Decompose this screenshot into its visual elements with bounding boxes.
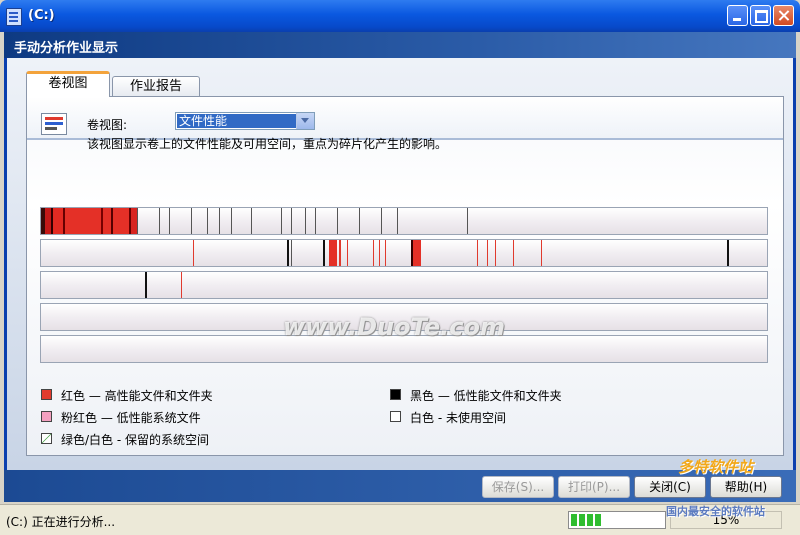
status-bar: (C:) 正在进行分析... 15% 国内最安全的软件站 (0, 504, 800, 535)
save-button[interactable]: 保存(S)... (482, 476, 554, 498)
dialog-body: 卷视图 作业报告 卷视图: 文件性能 该视图显示卷上的文件性能及可用空间，重点为… (4, 58, 796, 470)
cluster-segment (727, 240, 729, 266)
window-icon (6, 8, 22, 26)
cluster-segment (145, 272, 147, 298)
watermark-main: www.DuoTe.com (283, 313, 505, 341)
dropdown-selected-value: 文件性能 (177, 114, 297, 128)
close-window-button[interactable] (773, 5, 794, 26)
cluster-segment (339, 240, 341, 266)
cluster-segment (323, 240, 325, 266)
cluster-segment (541, 240, 542, 266)
cluster-segment (305, 208, 306, 234)
red-swatch (41, 389, 52, 400)
volume-view-panel: 卷视图: 文件性能 该视图显示卷上的文件性能及可用空间，重点为碎片化产生的影响。… (26, 96, 784, 456)
cluster-segment (193, 240, 194, 266)
cluster-segment (495, 240, 496, 266)
cluster-segment (53, 208, 63, 234)
tab-job-report[interactable]: 作业报告 (112, 76, 200, 98)
volume-view-dropdown[interactable]: 文件性能 (175, 112, 315, 130)
maximize-button[interactable] (750, 5, 771, 26)
watermark-logo: 多特软件站 (678, 458, 754, 476)
white-swatch (390, 411, 401, 422)
legend-text: 绿色/白色 - 保留的系统空间 (61, 433, 210, 447)
volume-map-row-2 (40, 239, 768, 267)
green-white-swatch (41, 433, 52, 444)
legend-text: 粉红色 — 低性能系统文件 (61, 411, 201, 425)
cluster-segment (413, 240, 421, 266)
cluster-segment (513, 240, 514, 266)
cluster-segment (169, 208, 170, 234)
cluster-segment (281, 208, 282, 234)
dialog-header: 手动分析作业显示 (4, 32, 796, 58)
title-bar[interactable]: (C:) (0, 0, 800, 32)
volume-map-row-3 (40, 271, 768, 299)
cluster-segment (359, 208, 360, 234)
cluster-segment (291, 208, 292, 234)
volume-map-row-1 (40, 207, 768, 235)
cluster-segment (467, 208, 468, 234)
cluster-segment (251, 208, 252, 234)
cluster-segment (291, 240, 292, 266)
tab-label: 作业报告 (129, 79, 182, 94)
cluster-segment (103, 208, 111, 234)
pink-swatch (41, 411, 52, 422)
cluster-segment (137, 208, 138, 234)
cluster-segment (191, 208, 192, 234)
cluster-segment (487, 240, 488, 266)
cluster-segment (347, 240, 348, 266)
cluster-segment (397, 208, 398, 234)
cluster-segment (181, 272, 182, 298)
volume-view-label: 卷视图: (87, 118, 128, 132)
cluster-segment (385, 240, 386, 266)
cluster-segment (65, 208, 101, 234)
analysis-progress-bar (568, 511, 666, 529)
cluster-segment (113, 208, 129, 234)
cluster-segment (159, 208, 160, 234)
status-text: (C:) 正在进行分析... (6, 515, 116, 529)
tab-label: 卷视图 (48, 76, 88, 91)
minimize-button[interactable] (727, 5, 748, 26)
cluster-segment (231, 208, 232, 234)
cluster-segment (379, 240, 380, 266)
cluster-segment (477, 240, 478, 266)
button-bar: 保存(S)... 打印(P)... 关闭(C) 帮助(H) 多特软件站 (4, 458, 796, 502)
help-button[interactable]: 帮助(H) (710, 476, 782, 498)
chevron-down-icon[interactable] (296, 113, 314, 129)
black-swatch (390, 389, 401, 400)
close-button[interactable]: 关闭(C) (634, 476, 706, 498)
legend-text: 红色 — 高性能文件和文件夹 (61, 389, 213, 403)
cluster-segment (219, 208, 220, 234)
legend-text: 白色 - 未使用空间 (410, 411, 506, 425)
view-description: 该视图显示卷上的文件性能及可用空间，重点为碎片化产生的影响。 (87, 137, 448, 151)
cluster-segment (329, 240, 337, 266)
legend-text: 黑色 — 低性能文件和文件夹 (410, 389, 562, 403)
print-button[interactable]: 打印(P)... (558, 476, 630, 498)
cluster-segment (381, 208, 382, 234)
cluster-segment (315, 208, 316, 234)
cluster-segment (287, 240, 289, 266)
cluster-segment (337, 208, 338, 234)
watermark-sub: 国内最安全的软件站 (666, 505, 765, 518)
header-title: 手动分析作业显示 (14, 41, 119, 56)
cluster-segment (373, 240, 374, 266)
volume-map-icon (41, 113, 67, 135)
window-title: (C:) (28, 8, 55, 23)
view-options: 卷视图: 文件性能 (27, 97, 783, 140)
tab-volume-view[interactable]: 卷视图 (26, 71, 110, 97)
cluster-segment (207, 208, 208, 234)
